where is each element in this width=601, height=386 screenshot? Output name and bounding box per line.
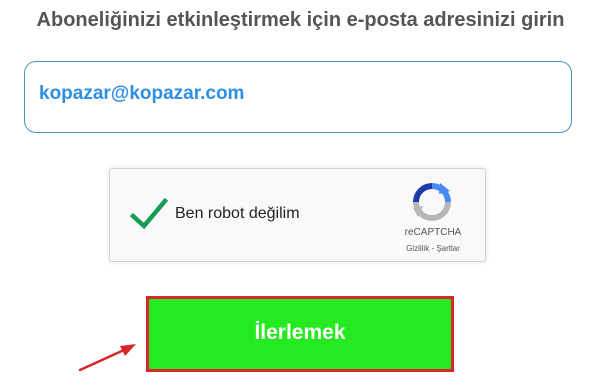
submit-label: İlerlemek: [254, 320, 346, 344]
check-icon[interactable]: [130, 197, 168, 231]
captcha-label: Ben robot değilim: [175, 205, 300, 222]
email-field[interactable]: kopazar@kopazar.com: [24, 61, 572, 133]
recaptcha-logo-icon: [413, 183, 451, 221]
recaptcha-brand: reCAPTCHA: [404, 227, 462, 238]
recaptcha-links: Gizlilik - Şartlar: [388, 244, 478, 253]
privacy-link[interactable]: Gizlilik: [406, 244, 429, 253]
recaptcha-widget: Ben robot değilim reCAPTCHA Gizlilik - Ş…: [109, 168, 486, 262]
arrow-icon: [78, 344, 136, 372]
page-heading: Aboneliğinizi etkinleştirmek için e-post…: [36, 9, 565, 31]
terms-link[interactable]: Şartlar: [436, 244, 460, 253]
submit-button[interactable]: İlerlemek: [146, 296, 454, 372]
links-separator: -: [431, 244, 435, 253]
email-value: kopazar@kopazar.com: [39, 83, 245, 104]
